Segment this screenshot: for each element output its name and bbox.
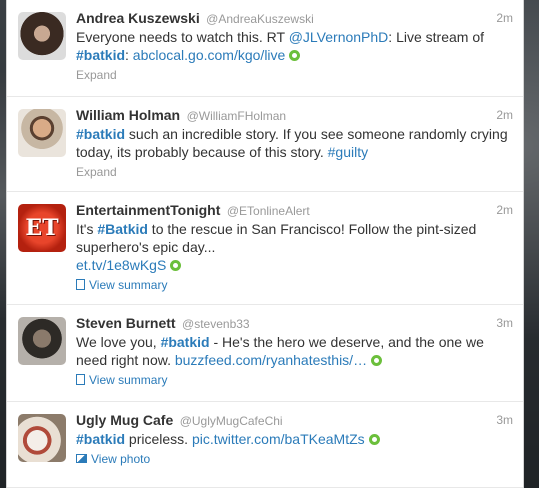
tweet-ugly-mug-cafe[interactable]: Ugly Mug Cafe @UglyMugCafeChi 3m #batkid… bbox=[7, 402, 523, 488]
tweet-text-part: Everyone needs to watch this. RT bbox=[76, 29, 289, 45]
url-link[interactable]: buzzfeed.com/ryanhatesthis/… bbox=[175, 352, 367, 368]
tweet-fullname[interactable]: Andrea Kuszewski bbox=[76, 10, 200, 26]
hashtag-link[interactable]: #Batkid bbox=[97, 221, 148, 237]
tweet-text-part: We love you, bbox=[76, 334, 161, 350]
tweet-text-part: : Live stream of bbox=[388, 29, 484, 45]
action-label: View summary bbox=[89, 373, 168, 387]
hashtag-link[interactable]: #batkid bbox=[161, 334, 210, 350]
tweet-text-part: : bbox=[125, 47, 133, 63]
view-summary-link[interactable]: View summary bbox=[76, 372, 513, 388]
action-label: View summary bbox=[89, 278, 168, 292]
tweet-timestamp[interactable]: 2m bbox=[496, 201, 513, 219]
live-indicator-icon bbox=[289, 50, 301, 61]
action-label: View photo bbox=[91, 452, 151, 466]
tweet-text: Everyone needs to watch this. RT @JLVern… bbox=[76, 28, 513, 64]
tweet-timestamp[interactable]: 2m bbox=[496, 9, 513, 27]
url-link[interactable]: pic.twitter.com/baTKeaMtZs bbox=[192, 431, 365, 447]
document-icon bbox=[76, 374, 85, 385]
tweet-steven-burnett[interactable]: Steven Burnett @stevenb33 3m We love you… bbox=[7, 305, 523, 402]
document-icon bbox=[76, 279, 85, 290]
tweet-username[interactable]: @AndreaKuszewski bbox=[206, 12, 314, 26]
tweet-timeline[interactable]: Andrea Kuszewski @AndreaKuszewski 2m Eve… bbox=[6, 0, 524, 488]
hashtag-link[interactable]: #batkid bbox=[76, 431, 125, 447]
view-summary-link[interactable]: View summary bbox=[76, 277, 513, 293]
tweet-andrea-kuszewski[interactable]: Andrea Kuszewski @AndreaKuszewski 2m Eve… bbox=[7, 0, 523, 97]
tweet-fullname[interactable]: Ugly Mug Cafe bbox=[76, 412, 173, 428]
tweet-text: #batkid such an incredible story. If you… bbox=[76, 125, 513, 161]
tweet-fullname[interactable]: Steven Burnett bbox=[76, 315, 176, 331]
et-logo-text: ET bbox=[25, 215, 59, 241]
tweet-username[interactable]: @UglyMugCafeChi bbox=[180, 414, 283, 428]
live-indicator-icon bbox=[371, 355, 383, 366]
tweet-username[interactable]: @ETonlineAlert bbox=[227, 204, 310, 218]
tweet-timestamp[interactable]: 3m bbox=[496, 411, 513, 429]
tweet-timestamp[interactable]: 3m bbox=[496, 314, 513, 332]
live-indicator-icon bbox=[170, 260, 182, 271]
tweet-username[interactable]: @WilliamFHolman bbox=[187, 109, 287, 123]
avatar[interactable]: ET bbox=[18, 204, 66, 252]
url-link[interactable]: abclocal.go.com/kgo/live bbox=[133, 47, 286, 63]
tweet-fullname[interactable]: EntertainmentTonight bbox=[76, 202, 220, 218]
avatar[interactable] bbox=[18, 109, 66, 157]
view-photo-link[interactable]: View photo bbox=[76, 451, 513, 467]
mention-link[interactable]: @JLVernonPhD bbox=[289, 29, 389, 45]
tweet-entertainment-tonight[interactable]: ET EntertainmentTonight @ETonlineAlert 2… bbox=[7, 192, 523, 305]
url-link[interactable]: et.tv/1e8wKgS bbox=[76, 257, 166, 273]
tweet-text: It's #Batkid to the rescue in San Franci… bbox=[76, 220, 513, 274]
avatar[interactable] bbox=[18, 317, 66, 365]
tweet-text-part: It's bbox=[76, 221, 98, 237]
tweet-text: We love you, #batkid - He's the hero we … bbox=[76, 333, 513, 369]
avatar[interactable] bbox=[18, 414, 66, 462]
tweet-username[interactable]: @stevenb33 bbox=[182, 317, 250, 331]
expand-link[interactable]: Expand bbox=[76, 67, 513, 83]
expand-link[interactable]: Expand bbox=[76, 164, 513, 180]
hashtag-link[interactable]: #batkid bbox=[76, 47, 125, 63]
tweet-william-holman[interactable]: William Holman @WilliamFHolman 2m #batki… bbox=[7, 97, 523, 192]
tweet-text: #batkid priceless. pic.twitter.com/baTKe… bbox=[76, 430, 513, 448]
tweet-fullname[interactable]: William Holman bbox=[76, 107, 180, 123]
tweet-timestamp[interactable]: 2m bbox=[496, 106, 513, 124]
tweet-text-part: such an incredible story. If you see som… bbox=[76, 126, 508, 160]
hashtag-link[interactable]: #guilty bbox=[328, 144, 368, 160]
photo-icon bbox=[76, 454, 87, 463]
hashtag-link[interactable]: #batkid bbox=[76, 126, 125, 142]
live-indicator-icon bbox=[368, 434, 380, 445]
tweet-text-part: priceless. bbox=[125, 431, 192, 447]
avatar[interactable] bbox=[18, 12, 66, 60]
